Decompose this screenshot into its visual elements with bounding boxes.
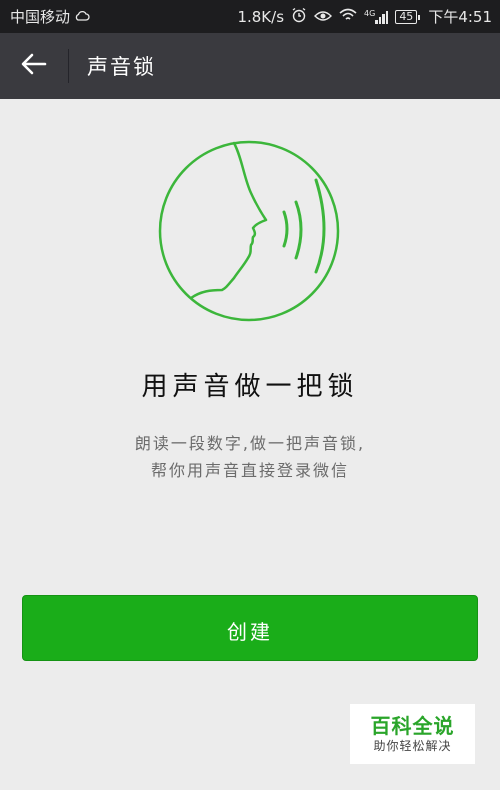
- battery-indicator: 45: [395, 9, 421, 24]
- alarm-icon: [291, 7, 307, 27]
- description-line-1: 朗读一段数字,做一把声音锁,: [134, 434, 366, 453]
- create-button[interactable]: 创建: [22, 595, 478, 661]
- title-bar: 声音锁: [0, 33, 500, 99]
- voice-face-icon: [156, 138, 342, 324]
- description: 朗读一段数字,做一把声音锁, 帮你用声音直接登录微信: [0, 430, 500, 484]
- network-speed: 1.8K/s: [237, 7, 285, 26]
- arrow-left-icon: [21, 53, 47, 79]
- description-line-2: 帮你用声音直接登录微信: [150, 461, 349, 480]
- title-divider: [68, 49, 69, 83]
- wifi-icon: [339, 8, 357, 26]
- watermark-subtitle: 助你轻松解决: [373, 739, 452, 753]
- watermark-title: 百科全说: [370, 714, 455, 738]
- network-type: 4G: [364, 8, 376, 18]
- page-title: 声音锁: [87, 55, 156, 79]
- status-bar: 中国移动 1.8K/s 4G 45 下午4:51: [0, 0, 500, 33]
- eye-icon: [314, 8, 333, 26]
- signal-icon: [375, 10, 389, 24]
- clock: 下午4:51: [428, 8, 492, 26]
- headline: 用声音做一把锁: [141, 372, 359, 402]
- cloud-icon: [74, 8, 90, 26]
- carrier-name: 中国移动: [10, 8, 71, 26]
- watermark-logo: 百科全说 助你轻松解决: [350, 704, 475, 764]
- back-button[interactable]: [0, 33, 68, 99]
